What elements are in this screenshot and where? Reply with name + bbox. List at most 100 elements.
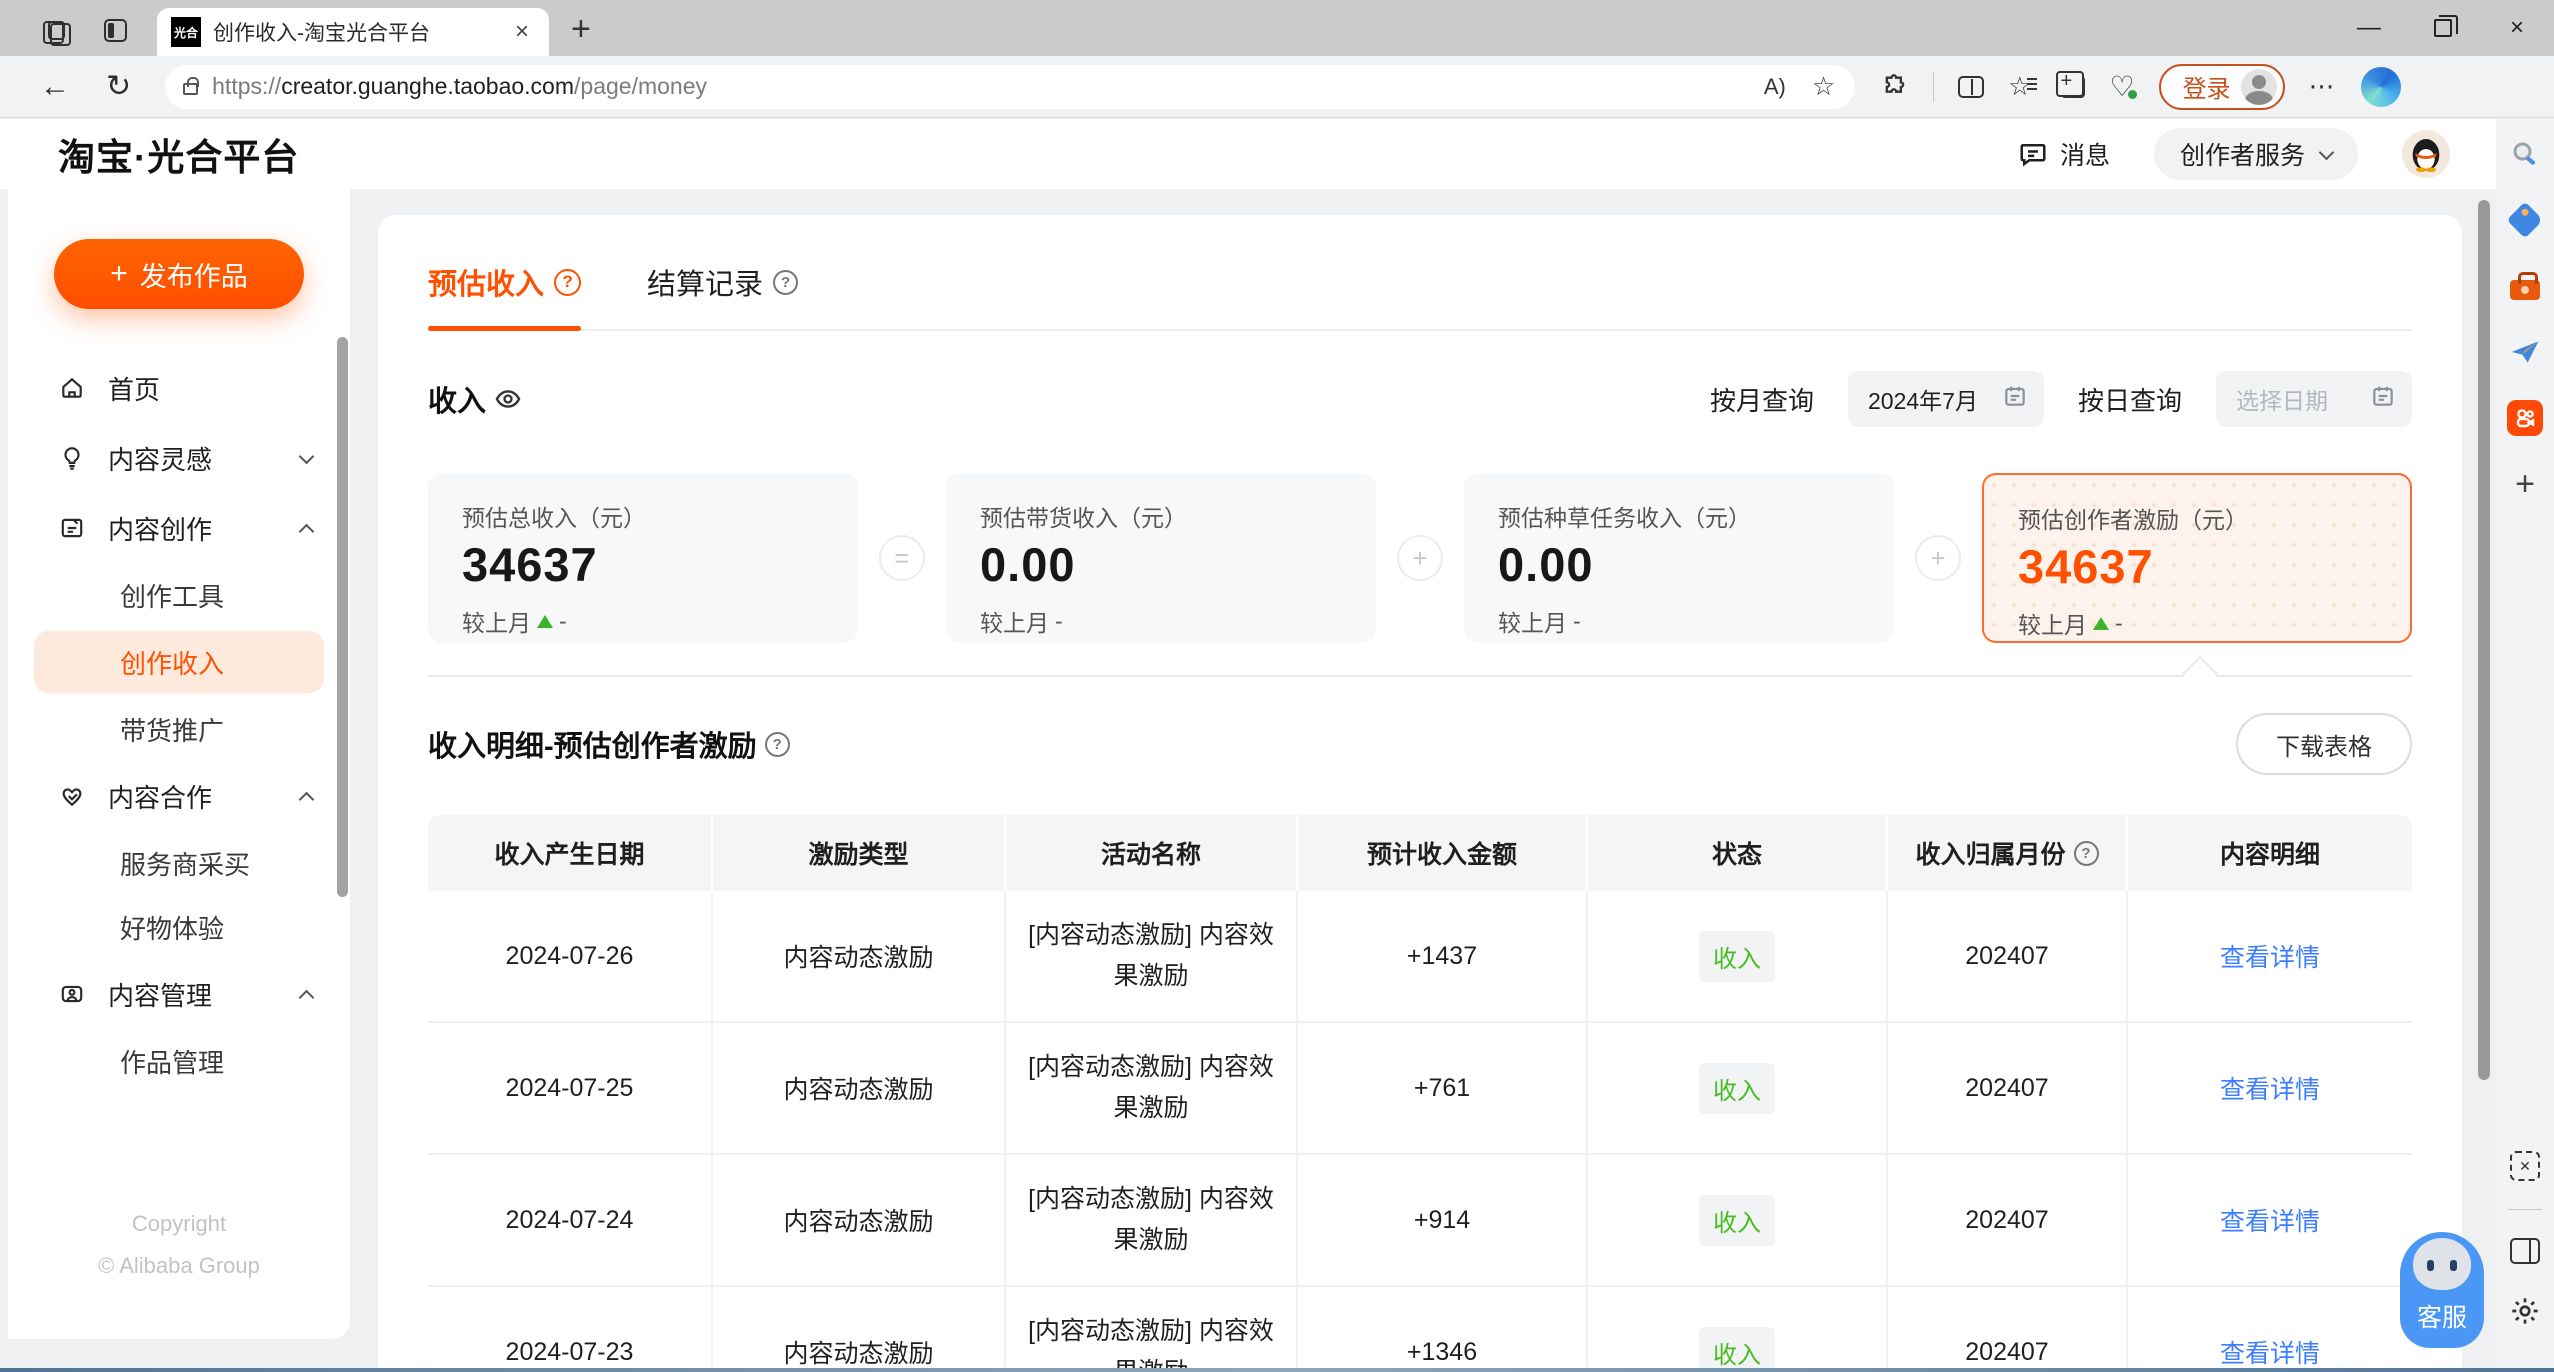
cell-status: 收入 — [1588, 1287, 1888, 1372]
extensions-icon[interactable] — [1881, 73, 1909, 101]
refresh-button[interactable]: ↻ — [92, 72, 145, 102]
sidebar-search-icon[interactable] — [2506, 135, 2544, 173]
chevron-up-icon — [299, 791, 315, 807]
publish-button[interactable]: + 发布作品 — [54, 239, 304, 309]
favorites-icon[interactable]: ☆ — [2008, 71, 2031, 102]
sidebar-panel-icon[interactable] — [2510, 1238, 2540, 1264]
view-details-link[interactable]: 查看详情 — [2220, 938, 2320, 974]
detail-section-title: 收入明细-预估创作者激励 ? — [428, 723, 790, 765]
content-tabs: 预估收入 ? 结算记录 ? — [428, 215, 2412, 331]
copyright-text: Copyright © Alibaba Group — [8, 1203, 350, 1287]
shopping-tag-icon[interactable] — [2506, 201, 2544, 239]
sidebar-item-content-management[interactable]: 内容管理 — [8, 959, 350, 1029]
window-minimize-button[interactable]: — — [2332, 5, 2406, 51]
sidebar-item-works-management[interactable]: 作品管理 — [8, 1029, 350, 1093]
view-details-link[interactable]: 查看详情 — [2220, 1070, 2320, 1106]
cell-action: 查看详情 — [2128, 891, 2412, 1021]
tab-settlement-records[interactable]: 结算记录 ? — [647, 261, 798, 329]
cell-type: 内容动态激励 — [713, 1023, 1006, 1153]
sidebar-add-icon[interactable]: + — [2515, 465, 2535, 504]
rail-divider — [2508, 1209, 2542, 1210]
plus-icon: + — [110, 257, 128, 291]
settings-menu-icon[interactable]: ⋯ — [2309, 71, 2337, 102]
read-aloud-icon[interactable]: A) — [1764, 74, 1786, 100]
tab-estimated-income[interactable]: 预估收入 ? — [428, 261, 581, 329]
chat-bubble-icon — [2018, 139, 2048, 169]
page-scrollbar[interactable] — [2478, 200, 2490, 1080]
sidebar-item-creation-income[interactable]: 创作收入 — [8, 627, 350, 697]
card-total-income: 预估总收入（元） 34637 较上月- — [428, 473, 858, 643]
screenshot-tool-icon[interactable] — [2510, 1151, 2540, 1181]
collections-icon[interactable] — [2061, 76, 2085, 98]
table-row: 2024-07-24 内容动态激励 [内容动态激励] 内容效果激励 +914 收… — [428, 1155, 2412, 1287]
browser-tab-active[interactable]: 光合 创作收入-淘宝光合平台 × — [157, 8, 549, 56]
eye-icon[interactable] — [494, 385, 522, 413]
edit-icon — [58, 514, 86, 542]
workspaces-icon[interactable] — [42, 18, 66, 42]
chevron-up-icon — [299, 523, 315, 539]
cell-status: 收入 — [1588, 1155, 1888, 1285]
tab-title: 创作收入-淘宝光合平台 — [213, 17, 499, 47]
messages-button[interactable]: 消息 — [2018, 136, 2110, 172]
cell-activity: [内容动态激励] 内容效果激励 — [1006, 891, 1298, 1021]
user-card-icon — [58, 980, 86, 1008]
date-picker[interactable]: 选择日期 — [2216, 371, 2412, 427]
cell-date: 2024-07-23 — [428, 1287, 713, 1372]
help-icon[interactable]: ? — [765, 732, 790, 757]
split-screen-icon[interactable] — [1958, 76, 1984, 98]
help-icon[interactable]: ? — [773, 270, 798, 295]
kuaishou-icon[interactable] — [2506, 399, 2544, 437]
help-icon[interactable]: ? — [2074, 841, 2099, 866]
cell-date: 2024-07-24 — [428, 1155, 713, 1285]
cell-action: 查看详情 — [2128, 1155, 2412, 1285]
download-table-button[interactable]: 下载表格 — [2236, 713, 2412, 775]
drop-paper-plane-icon[interactable] — [2506, 333, 2544, 371]
table-header: 收入产生日期 激励类型 活动名称 预计收入金额 状态 收入归属月份? 内容明细 — [428, 815, 2412, 891]
sidebar-item-service-purchase[interactable]: 服务商采买 — [8, 831, 350, 895]
view-details-link[interactable]: 查看详情 — [2220, 1202, 2320, 1238]
sidebar-item-inspiration[interactable]: 内容灵感 — [8, 423, 350, 493]
sidebar-item-cooperation[interactable]: 内容合作 — [8, 761, 350, 831]
date-placeholder: 选择日期 — [2236, 382, 2328, 416]
status-badge: 收入 — [1699, 1195, 1775, 1246]
browser-tabbar: 光合 创作收入-淘宝光合平台 × + — × — [0, 0, 2554, 56]
new-tab-button[interactable]: + — [571, 12, 591, 46]
status-badge: 收入 — [1699, 1063, 1775, 1114]
sidebar-scrollbar[interactable] — [337, 337, 348, 897]
tab-close-icon[interactable]: × — [511, 18, 533, 46]
sidebar-item-promotion[interactable]: 带货推广 — [8, 697, 350, 761]
browser-toolbar: ← ↻ https://creator.guanghe.taobao.com/p… — [0, 56, 2554, 118]
address-bar[interactable]: https://creator.guanghe.taobao.com/page/… — [165, 65, 1855, 109]
creator-service-dropdown[interactable]: 创作者服务 — [2154, 128, 2358, 180]
chevron-down-icon — [299, 448, 315, 464]
sidebar-item-creation[interactable]: 内容创作 — [8, 493, 350, 563]
cell-amount: +1346 — [1298, 1287, 1588, 1372]
copilot-icon[interactable] — [2361, 67, 2401, 107]
lock-icon[interactable] — [183, 83, 198, 95]
help-icon[interactable]: ? — [554, 269, 581, 296]
login-button[interactable]: 登录 — [2159, 64, 2285, 110]
user-avatar[interactable] — [2402, 130, 2450, 178]
cell-action: 查看详情 — [2128, 1287, 2412, 1372]
th-detail: 内容明细 — [2128, 815, 2412, 891]
sidebar-item-product-trial[interactable]: 好物体验 — [8, 895, 350, 959]
window-restore-button[interactable] — [2406, 5, 2480, 51]
cell-type: 内容动态激励 — [713, 891, 1006, 1021]
sidebar-item-creation-tools[interactable]: 创作工具 — [8, 563, 350, 627]
tab-actions-icon[interactable] — [104, 19, 127, 42]
settings-gear-icon[interactable] — [2506, 1292, 2544, 1330]
favorite-star-icon[interactable]: ☆ — [1812, 71, 1835, 102]
sidebar-item-home[interactable]: 首页 — [8, 353, 350, 423]
table-row: 2024-07-26 内容动态激励 [内容动态激励] 内容效果激励 +1437 … — [428, 891, 2412, 1023]
site-logo[interactable]: 淘宝·光合平台 — [58, 127, 299, 181]
view-details-link[interactable]: 查看详情 — [2220, 1334, 2320, 1370]
month-picker[interactable]: 2024年7月 — [1848, 371, 2044, 427]
back-button[interactable]: ← — [26, 72, 84, 102]
card-creator-incentive[interactable]: 预估创作者激励（元） 34637 较上月- — [1982, 473, 2412, 643]
tools-icon[interactable] — [2506, 267, 2544, 305]
window-close-button[interactable]: × — [2480, 5, 2554, 51]
customer-service-button[interactable]: 客服 — [2400, 1232, 2484, 1348]
browser-window: 光合 创作收入-淘宝光合平台 × + — × ← ↻ https://creat… — [0, 0, 2554, 1372]
browser-essentials-icon[interactable]: ♡ — [2109, 70, 2134, 103]
lightbulb-icon — [58, 444, 86, 472]
